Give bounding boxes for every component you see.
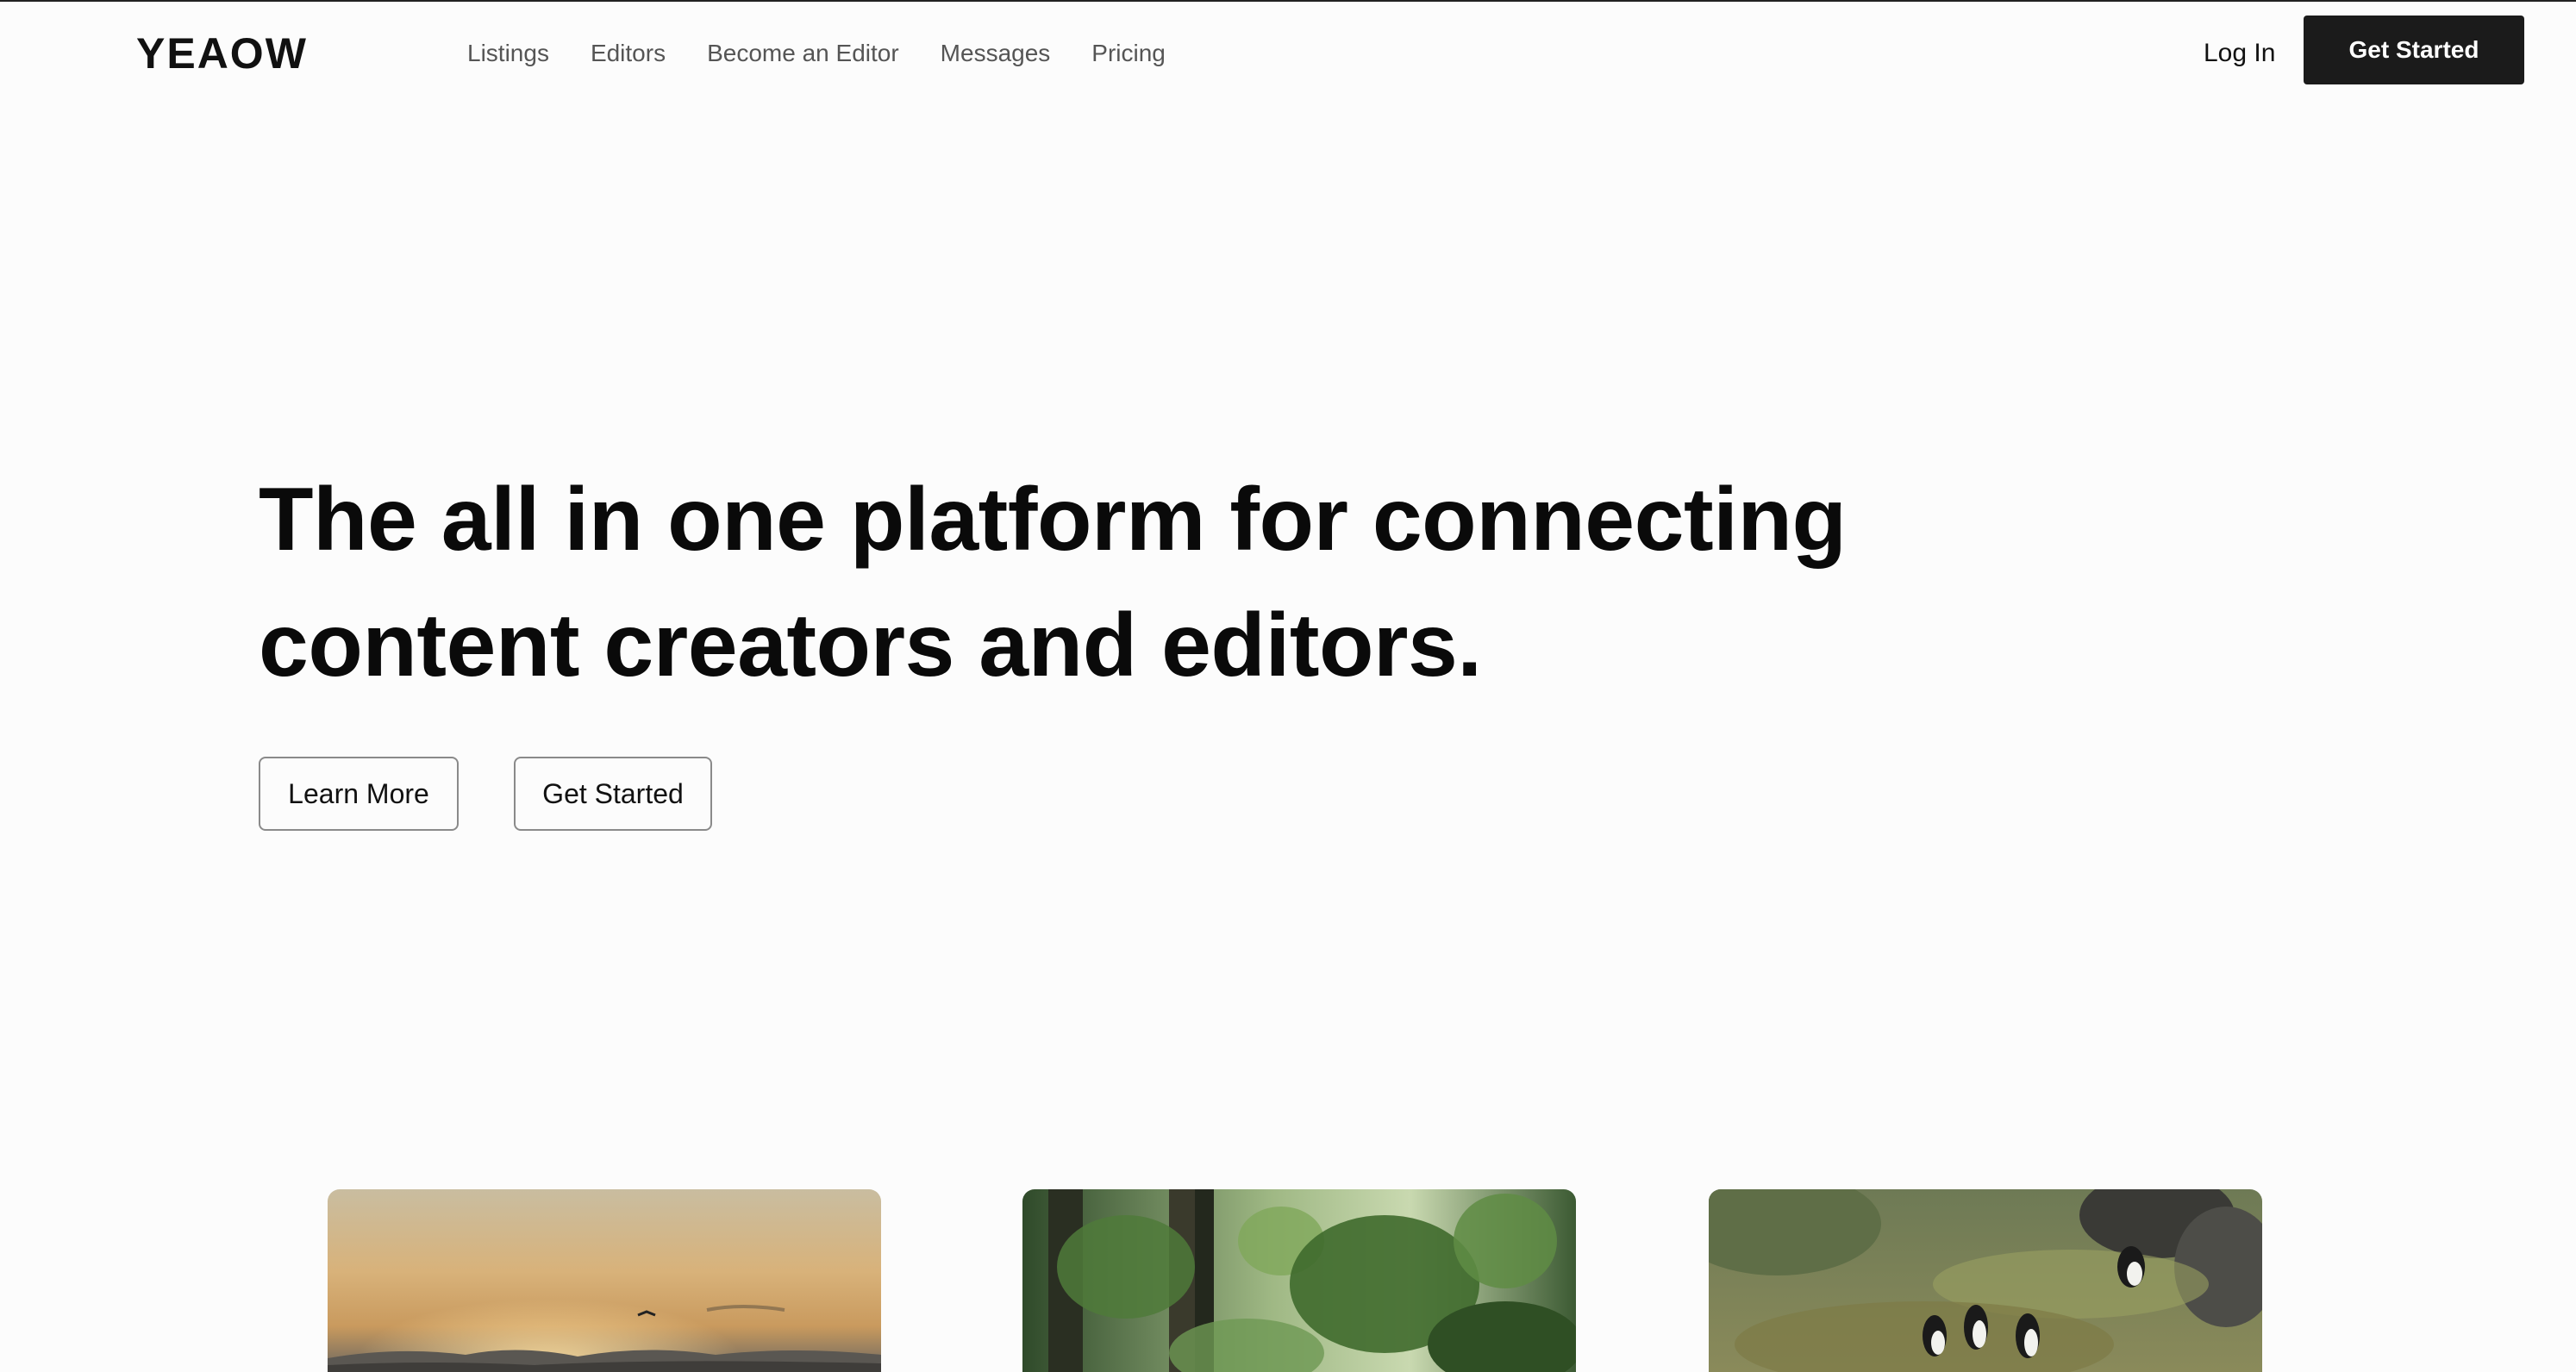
- card-image-puffins[interactable]: [1709, 1189, 2262, 1372]
- site-header: YEAOW Listings Editors Become an Editor …: [0, 0, 2576, 107]
- sunset-image: [328, 1189, 881, 1372]
- login-link[interactable]: Log In: [2204, 34, 2275, 72]
- header-get-started-button[interactable]: Get Started: [2304, 16, 2524, 84]
- hero-get-started-button[interactable]: Get Started: [514, 757, 712, 831]
- puffins-image: [1709, 1189, 2262, 1372]
- brand-logo[interactable]: YEAOW: [136, 26, 308, 81]
- hero-title-line-1: The all in one platform for connecting: [259, 470, 1847, 570]
- main-nav: Listings Editors Become an Editor Messag…: [467, 36, 1166, 71]
- jungle-image: [1022, 1189, 1576, 1372]
- card-image-jungle[interactable]: [1022, 1189, 1576, 1372]
- nav-link-pricing[interactable]: Pricing: [1091, 36, 1166, 71]
- hero-title: The all in one platform for connecting c…: [259, 457, 2155, 708]
- nav-link-become-editor[interactable]: Become an Editor: [707, 36, 899, 71]
- nav-link-messages[interactable]: Messages: [941, 36, 1051, 71]
- nav-link-editors[interactable]: Editors: [591, 36, 666, 71]
- learn-more-button[interactable]: Learn More: [259, 757, 459, 831]
- hero-title-line-2: content creators and editors.: [259, 596, 1482, 695]
- card-image-sunset[interactable]: [328, 1189, 881, 1372]
- nav-link-listings[interactable]: Listings: [467, 36, 549, 71]
